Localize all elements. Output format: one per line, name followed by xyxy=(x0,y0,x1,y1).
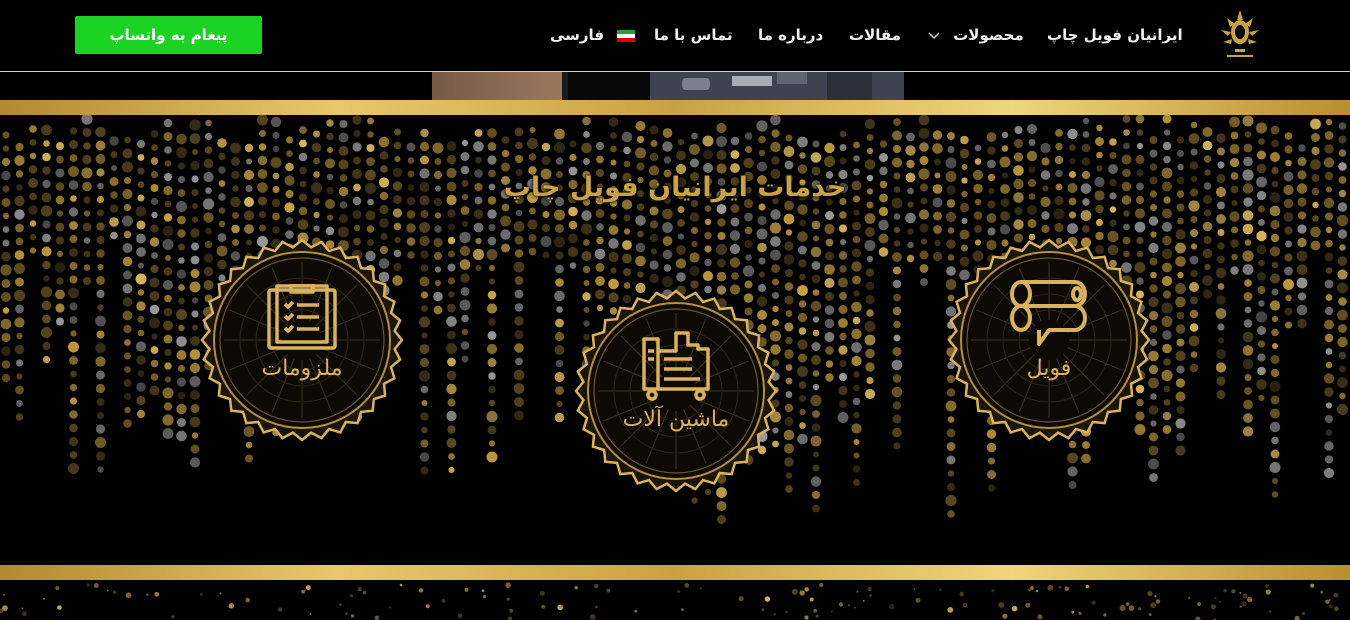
brand-logo-icon[interactable] xyxy=(1213,6,1267,64)
clipboard-checklist-icon xyxy=(267,284,337,350)
nav-item-products[interactable]: محصولات xyxy=(928,26,1024,44)
iran-flag-icon xyxy=(617,29,636,42)
service-supplies-card[interactable]: ملزومات xyxy=(200,238,404,442)
machine-icon xyxy=(642,331,710,401)
services-section-title: خدمات ایرانیان فویل چاپ xyxy=(503,172,847,203)
whatsapp-message-button[interactable]: پیغام به واتساپ xyxy=(75,16,262,54)
chevron-down-icon xyxy=(928,31,940,39)
service-foil-label: فویل xyxy=(1026,356,1072,381)
gold-divider-bottom xyxy=(0,565,1350,580)
nav-item-contact[interactable]: تماس با ما xyxy=(654,26,733,44)
gold-dot-pattern-bottom xyxy=(0,582,1339,620)
service-machines-card[interactable]: ماشین آلات xyxy=(574,289,778,493)
nav-brand-link[interactable]: ایرانیان فویل چاپ xyxy=(1047,26,1183,44)
gold-divider-top xyxy=(0,100,1350,115)
nav-item-products-label: محصولات xyxy=(953,26,1024,44)
foil-roll-icon xyxy=(1010,280,1087,346)
hero-image-strip xyxy=(432,72,904,100)
nav-item-about[interactable]: درباره ما xyxy=(758,26,823,44)
service-machines-label: ماشین آلات xyxy=(622,407,730,432)
top-navbar: ایرانیان فویل چاپ محصولات مقالات درباره … xyxy=(0,0,1350,72)
service-supplies-label: ملزومات xyxy=(261,356,343,381)
language-label: فارسی xyxy=(550,26,605,44)
service-foil-card[interactable]: فویل xyxy=(947,238,1151,442)
language-switcher[interactable]: فارسی xyxy=(550,26,636,44)
nav-item-articles[interactable]: مقالات xyxy=(849,26,901,44)
